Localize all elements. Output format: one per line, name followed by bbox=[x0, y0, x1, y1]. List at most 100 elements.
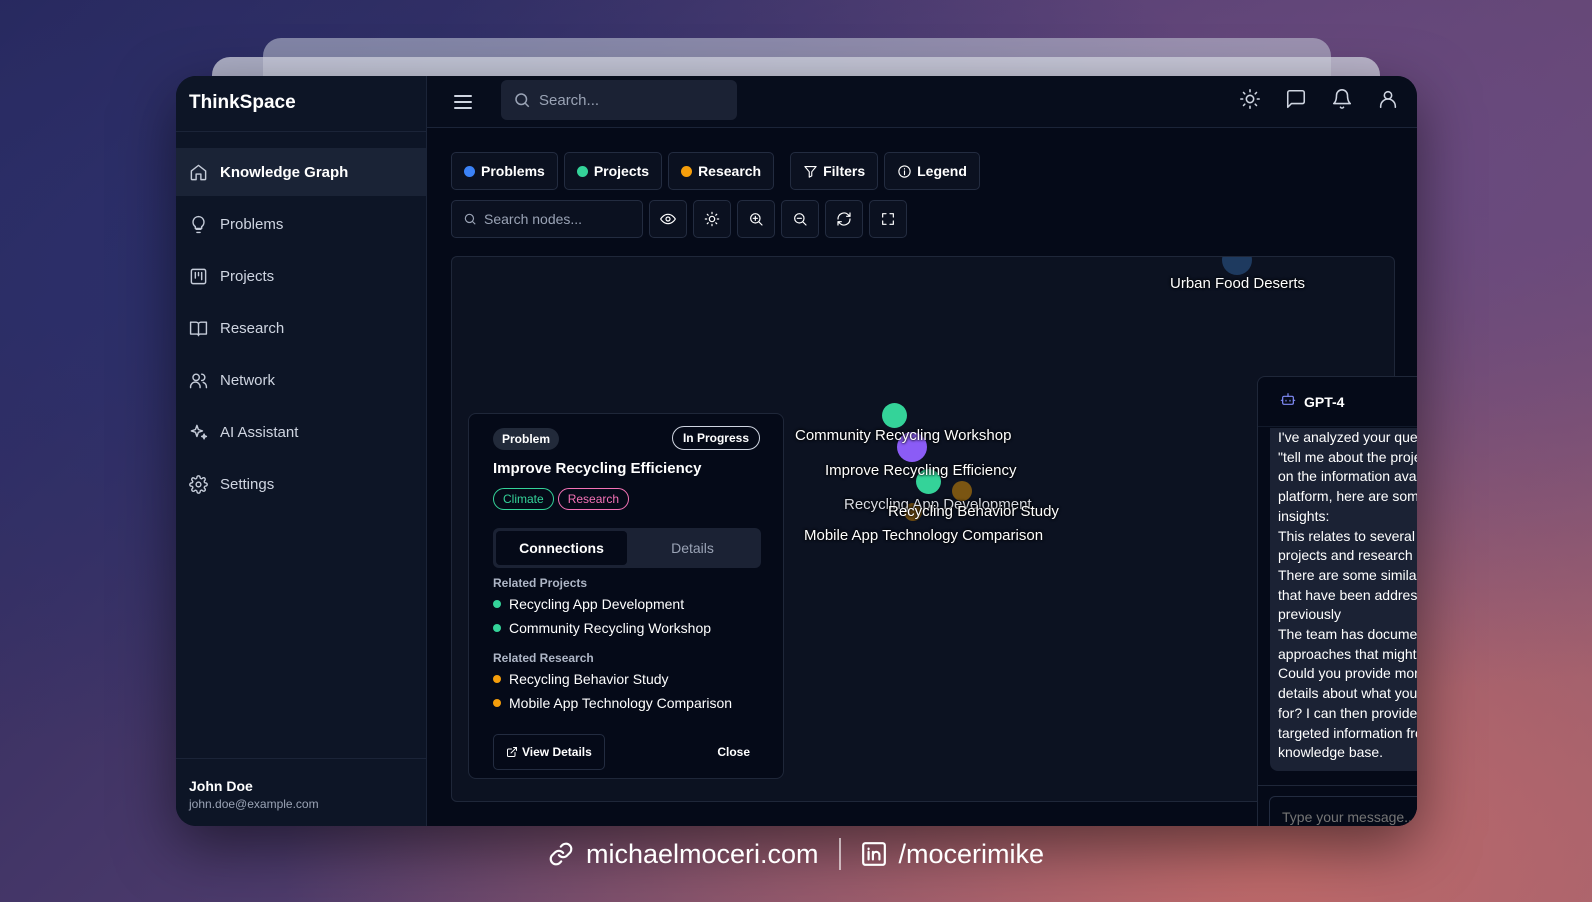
sidebar-item-knowledge-graph[interactable]: Knowledge Graph bbox=[176, 148, 426, 196]
sidebar-item-label: Settings bbox=[220, 475, 275, 493]
message-line: There are some similar problems that hav… bbox=[1278, 566, 1417, 623]
related-item-label: Recycling Behavior Study bbox=[509, 671, 669, 687]
message-line: Could you provide more specific details … bbox=[1278, 665, 1417, 761]
knowledge-graph-canvas[interactable]: Urban Food Deserts Community Recycling W… bbox=[451, 256, 1395, 802]
legend-button[interactable]: Legend bbox=[884, 152, 980, 190]
bell-icon[interactable] bbox=[1331, 88, 1353, 110]
view-details-button[interactable]: View Details bbox=[493, 734, 605, 770]
filter-projects-button[interactable]: Projects bbox=[563, 152, 663, 190]
filter-problems-button[interactable]: Problems bbox=[451, 152, 558, 190]
sidebar-item-settings[interactable]: Settings bbox=[176, 460, 426, 508]
sparkles-icon bbox=[190, 424, 208, 440]
sidebar-item-ai-assistant[interactable]: AI Assistant bbox=[176, 408, 426, 456]
tag-climate[interactable]: Climate bbox=[493, 488, 554, 510]
research-dot bbox=[493, 675, 501, 683]
related-projects-heading: Related Projects bbox=[493, 576, 588, 590]
zoom-out-button[interactable] bbox=[781, 200, 819, 238]
search-icon bbox=[515, 93, 530, 108]
message-icon[interactable] bbox=[1285, 88, 1307, 110]
filter-label: Projects bbox=[593, 163, 650, 179]
related-project-item[interactable]: Community Recycling Workshop bbox=[493, 620, 711, 636]
fullscreen-icon bbox=[882, 213, 894, 225]
sidebar-item-label: Problems bbox=[220, 215, 284, 233]
graph-toolbar: Search nodes... bbox=[451, 200, 907, 238]
sidebar-item-research[interactable]: Research bbox=[176, 304, 426, 352]
sidebar-item-problems[interactable]: Problems bbox=[176, 200, 426, 248]
filter-label: Problems bbox=[481, 163, 545, 179]
message-line: The team has documented some approaches … bbox=[1278, 626, 1417, 662]
user-profile[interactable]: John Doe john.doe@example.com bbox=[176, 758, 427, 826]
fullscreen-button[interactable] bbox=[869, 200, 907, 238]
menu-toggle-button[interactable] bbox=[451, 90, 475, 114]
eye-icon bbox=[660, 213, 676, 225]
view-details-label: View Details bbox=[522, 745, 592, 759]
filters-button[interactable]: Filters bbox=[790, 152, 879, 190]
related-research-item[interactable]: Mobile App Technology Comparison bbox=[493, 695, 732, 711]
bot-icon-wrap bbox=[1280, 391, 1304, 412]
hamburger-menu-icon bbox=[454, 95, 472, 109]
node-detail-card: Problem In Progress Improve Recycling Ef… bbox=[468, 413, 784, 779]
graph-label: Improve Recycling Efficiency bbox=[825, 462, 1017, 479]
user-name: John Doe bbox=[189, 778, 253, 794]
user-icon[interactable] bbox=[1377, 88, 1399, 110]
chat-messages[interactable]: I've analyzed your question about "tell … bbox=[1258, 428, 1417, 785]
assistant-message: I've analyzed your question about "tell … bbox=[1270, 428, 1417, 771]
top-bar: Search... bbox=[427, 76, 1417, 128]
projects-color-dot bbox=[576, 165, 588, 177]
status-badge: In Progress bbox=[671, 426, 760, 450]
main-content: Problems Projects Research Filters Legen… bbox=[427, 128, 1417, 826]
close-button[interactable]: Close bbox=[717, 745, 750, 759]
sidebar-item-projects[interactable]: Projects bbox=[176, 252, 426, 300]
sun-icon[interactable] bbox=[1239, 88, 1261, 110]
related-item-label: Recycling App Development bbox=[509, 596, 685, 612]
bot-icon bbox=[1280, 393, 1296, 405]
highlight-button[interactable] bbox=[693, 200, 731, 238]
tab-details[interactable]: Details bbox=[627, 531, 758, 565]
problems-color-dot bbox=[464, 165, 475, 177]
linkedin-handle[interactable]: /mocerimike bbox=[899, 839, 1045, 870]
home-icon bbox=[190, 164, 207, 180]
credit-divider bbox=[838, 838, 841, 870]
zoom-in-button[interactable] bbox=[737, 200, 775, 238]
link-icon bbox=[549, 842, 573, 866]
related-research-item[interactable]: Recycling Behavior Study bbox=[493, 671, 669, 687]
sidebar: ThinkSpace Knowledge Graph Problems Proj… bbox=[176, 76, 427, 826]
filter-label: Research bbox=[698, 163, 762, 179]
related-project-item[interactable]: Recycling App Development bbox=[493, 596, 684, 612]
book-open-icon bbox=[189, 320, 208, 336]
tag-research[interactable]: Research bbox=[557, 488, 630, 510]
linkedin-icon bbox=[861, 842, 886, 866]
ai-chat-panel: GPT-4 I've analyzed your question about … bbox=[1257, 376, 1417, 826]
graph-label: Urban Food Deserts bbox=[1170, 275, 1306, 292]
search-icon bbox=[464, 213, 476, 225]
project-dot bbox=[493, 624, 501, 632]
sidebar-item-label: AI Assistant bbox=[220, 423, 299, 441]
tag-list: Climate Research bbox=[493, 488, 630, 510]
graph-node-community-recycling-workshop[interactable] bbox=[882, 403, 907, 428]
detail-tabs: Connections Details bbox=[493, 528, 761, 568]
graph-label: Mobile App Technology Comparison bbox=[804, 527, 1044, 544]
brand-logo[interactable]: ThinkSpace bbox=[176, 76, 426, 132]
reset-layout-button[interactable] bbox=[825, 200, 863, 238]
related-item-label: Community Recycling Workshop bbox=[509, 620, 712, 636]
chat-composer bbox=[1258, 785, 1417, 826]
node-search-input[interactable]: Search nodes... bbox=[451, 200, 643, 238]
sidebar-item-network[interactable]: Network bbox=[176, 356, 426, 404]
chat-message-input[interactable] bbox=[1269, 796, 1417, 826]
global-search-input[interactable]: Search... bbox=[501, 80, 737, 120]
refresh-icon bbox=[837, 212, 851, 226]
chat-model-title: GPT-4 bbox=[1304, 393, 1345, 410]
toggle-labels-button[interactable] bbox=[649, 200, 687, 238]
site-link[interactable]: michaelmoceri.com bbox=[586, 839, 819, 870]
message-line: I've analyzed your question about "tell … bbox=[1278, 429, 1417, 524]
tab-connections[interactable]: Connections bbox=[496, 531, 627, 565]
project-dot bbox=[493, 600, 501, 608]
header-actions bbox=[1239, 88, 1399, 110]
sidebar-item-label: Projects bbox=[220, 267, 275, 285]
research-dot bbox=[493, 699, 501, 707]
user-email: john.doe@example.com bbox=[189, 797, 319, 811]
filter-label: Filters bbox=[823, 163, 866, 179]
filter-research-button[interactable]: Research bbox=[668, 152, 775, 190]
graph-node-urban-food-deserts[interactable] bbox=[1222, 257, 1252, 275]
research-color-dot bbox=[681, 165, 693, 177]
